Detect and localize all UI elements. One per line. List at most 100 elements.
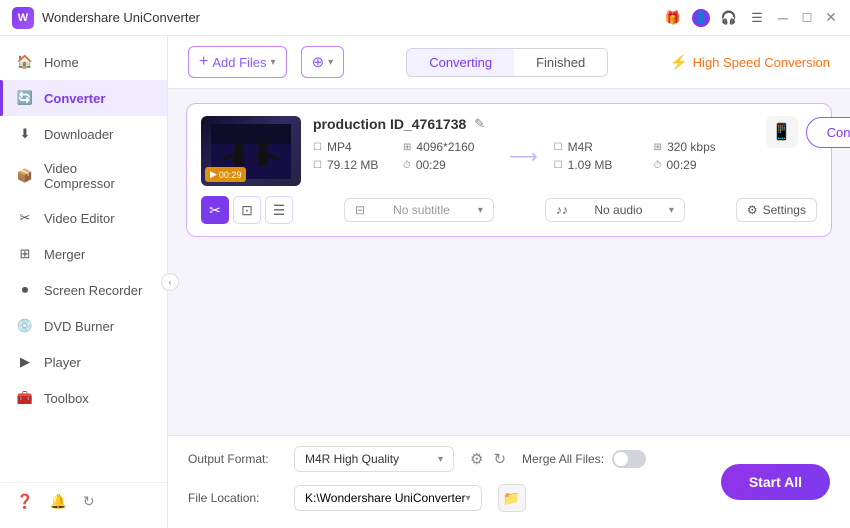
sidebar-item-converter[interactable]: 🔄 Converter (0, 80, 167, 116)
topbar: + Add Files ▾ ⊕ ▾ Converting Finished ⚡ … (168, 36, 850, 89)
format-chevron: ▾ (438, 454, 443, 465)
thumbnail-duration: ▶00:29 (205, 167, 246, 182)
subtitle-chevron: ▾ (478, 205, 483, 216)
minimize-button[interactable]: ─ (776, 11, 790, 25)
sidebar-item-toolbox[interactable]: 🧰 Toolbox (0, 380, 167, 416)
file-card-bottom: ✂ ⊡ ☰ ⊟ No subtitle ▾ ♪♪ No audio ▾ (201, 196, 817, 224)
sidebar-label-editor: Video Editor (44, 211, 115, 226)
source-format: ☐ MP4 (313, 140, 403, 154)
sidebar-item-home[interactable]: 🏠 Home (0, 44, 167, 80)
sidebar-item-merger[interactable]: ⊞ Merger (0, 236, 167, 272)
add-files-chevron: ▾ (271, 57, 276, 68)
sidebar-label-toolbox: Toolbox (44, 391, 89, 406)
merger-icon: ⊞ (16, 245, 34, 263)
high-speed-conversion[interactable]: ⚡ High Speed Conversion (670, 54, 830, 71)
sidebar-item-player[interactable]: ▶ Player (0, 344, 167, 380)
help-icon[interactable]: ❓ (16, 493, 33, 510)
file-card-top: ▶00:29 production ID_4761738 ✎ (201, 116, 817, 186)
refresh-settings-icon[interactable]: ↻ (493, 450, 506, 468)
merge-label: Merge All Files: (522, 452, 604, 466)
output-format-select[interactable]: M4R High Quality ▾ (294, 446, 454, 472)
content-area: + Add Files ▾ ⊕ ▾ Converting Finished ⚡ … (168, 36, 850, 528)
file-card: ▶00:29 production ID_4761738 ✎ (186, 103, 832, 237)
bottombar: Output Format: M4R High Quality ▾ ⚙ ↻ Me… (168, 435, 850, 528)
sidebar-item-video-compressor[interactable]: 📦 Video Compressor (0, 152, 167, 200)
app-logo: W (12, 7, 34, 29)
high-speed-label: High Speed Conversion (693, 55, 830, 70)
sidebar-collapse-button[interactable]: ‹ (161, 273, 179, 291)
merge-toggle[interactable] (612, 450, 646, 468)
output-format-label: Output Format: (188, 452, 278, 466)
start-all-button[interactable]: Start All (721, 464, 830, 500)
arrow-area: ⟶ (493, 144, 554, 169)
menu-icon[interactable]: ☰ (748, 9, 766, 27)
compressor-icon: 📦 (16, 167, 34, 185)
close-button[interactable]: ✕ (824, 11, 838, 25)
sidebar-label-merger: Merger (44, 247, 85, 262)
sidebar-label-recorder: Screen Recorder (44, 283, 142, 298)
file-actions: 📱 Convert (766, 116, 850, 148)
source-resolution: ⊞ 4096*2160 (403, 140, 493, 154)
audio-wave-icon: ♪♪ (556, 203, 568, 217)
topbar-actions: + Add Files ▾ ⊕ ▾ (188, 46, 344, 78)
source-duration: ⏱ 00:29 (403, 158, 493, 172)
format-icon: ☐ (313, 142, 322, 153)
settings-icon-bottom[interactable]: ⚙ (470, 450, 483, 468)
browse-folder-button[interactable]: 📁 (498, 484, 526, 512)
headset-icon[interactable]: 🎧 (720, 9, 738, 27)
file-name: production ID_4761738 (313, 116, 466, 132)
file-location-select[interactable]: K:\Wondershare UniConverter ▾ (294, 485, 482, 511)
lightning-icon: ⚡ (670, 54, 687, 71)
downloader-icon: ⬇ (16, 125, 34, 143)
tool-buttons: ✂ ⊡ ☰ (201, 196, 293, 224)
tab-group: Converting Finished (406, 48, 608, 77)
duration-icon: ⏱ (403, 160, 411, 171)
refresh-icon[interactable]: ↻ (83, 493, 95, 510)
player-icon: ▶ (16, 353, 34, 371)
converter-icon: 🔄 (16, 89, 34, 107)
file-info: production ID_4761738 ✎ ☐ MP4 (313, 116, 754, 172)
bitrate-icon: ⊞ (654, 142, 662, 153)
audio-selector[interactable]: ♪♪ No audio ▾ (545, 198, 685, 222)
plus-icon: + (199, 53, 208, 71)
add-more-icon: ⊕ (312, 53, 325, 71)
notification-icon[interactable]: 🔔 (49, 493, 66, 510)
titlebar: W Wondershare UniConverter 🎁 👤 🎧 ☰ ─ ☐ ✕ (0, 0, 850, 36)
location-chevron: ▾ (466, 493, 471, 504)
sidebar-item-downloader[interactable]: ⬇ Downloader (0, 116, 167, 152)
size-icon: ☐ (313, 160, 322, 171)
gift-icon[interactable]: 🎁 (664, 9, 682, 27)
convert-button[interactable]: Convert (806, 117, 850, 148)
maximize-button[interactable]: ☐ (800, 11, 814, 25)
crop-button[interactable]: ⊡ (233, 196, 261, 224)
device-target-icon[interactable]: 📱 (766, 116, 798, 148)
home-icon: 🏠 (16, 53, 34, 71)
source-resolution-value: 4096*2160 (416, 140, 474, 154)
add-more-button[interactable]: ⊕ ▾ (301, 46, 345, 78)
output-format-value: M4R (568, 140, 593, 154)
tab-converting[interactable]: Converting (407, 49, 514, 76)
subtitle-selector[interactable]: ⊟ No subtitle ▾ (344, 198, 494, 222)
file-thumbnail: ▶00:29 (201, 116, 301, 186)
settings-button[interactable]: ⚙ Settings (736, 198, 817, 222)
sidebar: 🏠 Home 🔄 Converter ⬇ Downloader 📦 Video … (0, 36, 168, 528)
sidebar-label-home: Home (44, 55, 79, 70)
output-size-icon: ☐ (554, 160, 563, 171)
convert-arrow-icon: ⟶ (509, 144, 538, 169)
toggle-knob (614, 452, 628, 466)
sidebar-label-converter: Converter (44, 91, 105, 106)
add-files-button[interactable]: + Add Files ▾ (188, 46, 287, 78)
sidebar-item-screen-recorder[interactable]: ⏺ Screen Recorder (0, 272, 167, 308)
output-duration-icon: ⏱ (654, 160, 662, 171)
tab-finished[interactable]: Finished (514, 49, 607, 76)
edit-filename-icon[interactable]: ✎ (474, 116, 485, 132)
titlebar-controls: 🎁 👤 🎧 ☰ ─ ☐ ✕ (664, 9, 838, 27)
effects-button[interactable]: ☰ (265, 196, 293, 224)
sidebar-label-downloader: Downloader (44, 127, 113, 142)
sidebar-item-video-editor[interactable]: ✂ Video Editor (0, 200, 167, 236)
output-format-value: M4R High Quality (305, 452, 399, 466)
sidebar-item-dvd-burner[interactable]: 💿 DVD Burner (0, 308, 167, 344)
scissors-button[interactable]: ✂ (201, 196, 229, 224)
add-more-chevron: ▾ (328, 57, 333, 68)
user-icon[interactable]: 👤 (692, 9, 710, 27)
